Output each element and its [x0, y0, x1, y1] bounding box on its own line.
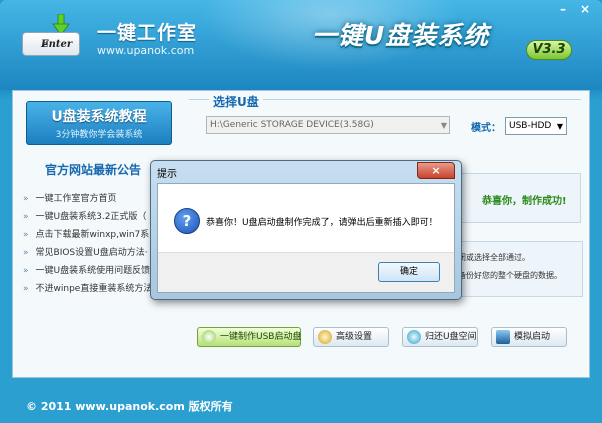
usb-disk-icon	[202, 330, 216, 344]
dialog-message: 恭喜你！U盘启动盘制作完成了，请弹出后重新插入即可！	[206, 218, 438, 228]
status-text: 恭喜你，制作成功!	[482, 196, 567, 207]
dialog-body: ? 恭喜你！U盘启动盘制作完成了，请弹出后重新插入即可！ 确定	[157, 183, 455, 293]
app-title: 一键U盘装系统	[312, 21, 490, 50]
dialog-frame: 提示 × ? 恭喜你！U盘启动盘制作完成了，请弹出后重新插入即可！ 确定	[150, 160, 462, 300]
drive-select-label: 选择U盘	[209, 93, 263, 110]
enter-key-label: Enter	[41, 39, 73, 50]
ok-button[interactable]: 确定	[378, 262, 440, 282]
notice-line: 闭或选择全部通过。	[458, 253, 530, 262]
copyright: © 2011 www.upanok.com 版权所有	[26, 400, 233, 413]
window-controls: – ×	[554, 2, 594, 16]
advanced-settings-label: 高级设置	[336, 332, 373, 342]
dialog-footer: 确定	[158, 252, 454, 292]
status-box: 恭喜你，制作成功!	[453, 173, 581, 223]
notice-box: 闭或选择全部通过。 备份好您的整个硬盘的数据。	[453, 241, 583, 297]
logo-badge: ↵ Enter	[22, 14, 84, 58]
brand-url: www.upanok.com	[97, 44, 195, 57]
dialog-title: 提示	[157, 169, 177, 180]
advanced-settings-button[interactable]: 高级设置	[313, 327, 389, 347]
close-window-button[interactable]: ×	[576, 2, 594, 16]
app-header: ↵ Enter 一键工作室 www.upanok.com 一键U盘装系统 V3.…	[0, 0, 602, 90]
brand-name: 一键工作室	[97, 22, 198, 44]
notice-line: 备份好您的整个硬盘的数据。	[458, 271, 562, 280]
mode-select-value: USB-HDD	[509, 121, 552, 131]
chevron-down-icon: ▼	[440, 121, 447, 130]
simulate-boot-label: 模拟启动	[514, 332, 551, 342]
dialog-close-button[interactable]: ×	[417, 162, 455, 179]
mode-label: 模式：	[471, 123, 501, 134]
monitor-icon	[496, 330, 510, 344]
make-usb-button[interactable]: 一键制作USB启动盘	[197, 327, 301, 347]
usb-restore-icon	[407, 330, 421, 344]
tutorial-subtitle: 3分钟教你学会装系统	[55, 130, 143, 140]
enter-key-icon: ↵ Enter	[22, 32, 80, 56]
make-usb-label: 一键制作USB启动盘	[220, 332, 302, 342]
footer: © 2011 www.upanok.com 版权所有	[0, 393, 602, 423]
drive-select[interactable]: H:\Generic STORAGE DEVICE(3.58G) ▼	[206, 116, 450, 134]
chevron-down-icon: ▼	[556, 122, 563, 131]
simulate-boot-button[interactable]: 模拟启动	[491, 327, 567, 347]
drive-select-value: H:\Generic STORAGE DEVICE(3.58G)	[210, 120, 374, 130]
tutorial-button[interactable]: U盘装系统教程 3分钟教你学会装系统	[26, 101, 172, 145]
minimize-button[interactable]: –	[554, 2, 572, 16]
restore-space-button[interactable]: 归还U盘空间	[402, 327, 478, 347]
restore-space-label: 归还U盘空间	[425, 332, 477, 342]
tutorial-title: U盘装系统教程	[51, 109, 147, 125]
mode-select[interactable]: USB-HDD ▼	[505, 117, 567, 135]
news-title: 官方网站最新公告	[45, 163, 142, 177]
message-dialog: 提示 × ? 恭喜你！U盘启动盘制作完成了，请弹出后重新插入即可！ 确定	[150, 160, 462, 300]
gear-icon	[318, 330, 332, 344]
question-icon: ?	[174, 208, 200, 234]
version-badge: V3.3	[526, 40, 572, 60]
